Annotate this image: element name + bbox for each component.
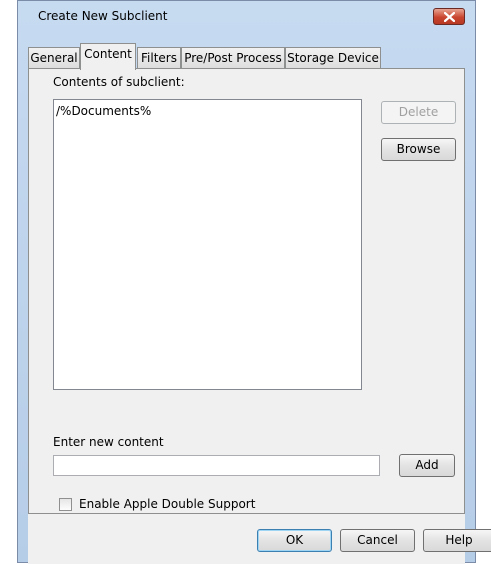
list-item[interactable]: /%Documents% [56,104,151,118]
browse-button-label: Browse [396,142,441,156]
tab-strip: General Content Filters Pre/Post Process… [28,43,468,70]
dialog-client-area: Contents of subclient: /%Documents% Dele… [28,68,491,564]
desktop-backdrop-right [474,0,491,563]
tab-pre-post-process[interactable]: Pre/Post Process [181,47,285,69]
tab-storage-device[interactable]: Storage Device [285,47,381,69]
content-tab-panel: Contents of subclient: /%Documents% Dele… [28,68,465,514]
tab-storage-device-label: Storage Device [287,51,379,65]
ok-button[interactable]: OK [257,529,332,552]
tab-filters[interactable]: Filters [137,47,181,69]
add-button[interactable]: Add [399,454,455,477]
contents-listbox[interactable]: /%Documents% [53,99,362,390]
help-button-label: Help [445,533,473,547]
help-button[interactable]: Help [423,529,491,552]
tab-content-label: Content [84,47,132,61]
tab-pre-post-process-label: Pre/Post Process [184,51,282,65]
close-button[interactable] [433,8,465,25]
ok-button-label: OK [285,533,304,547]
tab-general-label: General [30,51,78,65]
create-subclient-dialog: Create New Subclient General Content Fil… [17,0,491,564]
enter-new-content-label: Enter new content [53,435,164,449]
apple-double-label: Enable Apple Double Support [79,497,256,511]
title-bar[interactable]: Create New Subclient [18,1,475,31]
delete-button[interactable]: Delete [381,101,456,124]
tab-filters-label: Filters [141,51,177,65]
browse-button[interactable]: Browse [381,138,456,161]
cancel-button-label: Cancel [357,533,398,547]
desktop-backdrop-left [0,0,17,563]
delete-button-label: Delete [398,105,439,119]
tab-general[interactable]: General [28,47,80,69]
new-content-input[interactable] [53,455,380,476]
dialog-title: Create New Subclient [38,9,168,23]
contents-of-subclient-label: Contents of subclient: [53,75,185,89]
tab-content[interactable]: Content [80,43,136,70]
add-button-label: Add [415,458,439,472]
close-icon [444,12,455,22]
apple-double-checkbox[interactable] [59,498,72,511]
cancel-button[interactable]: Cancel [340,529,415,552]
